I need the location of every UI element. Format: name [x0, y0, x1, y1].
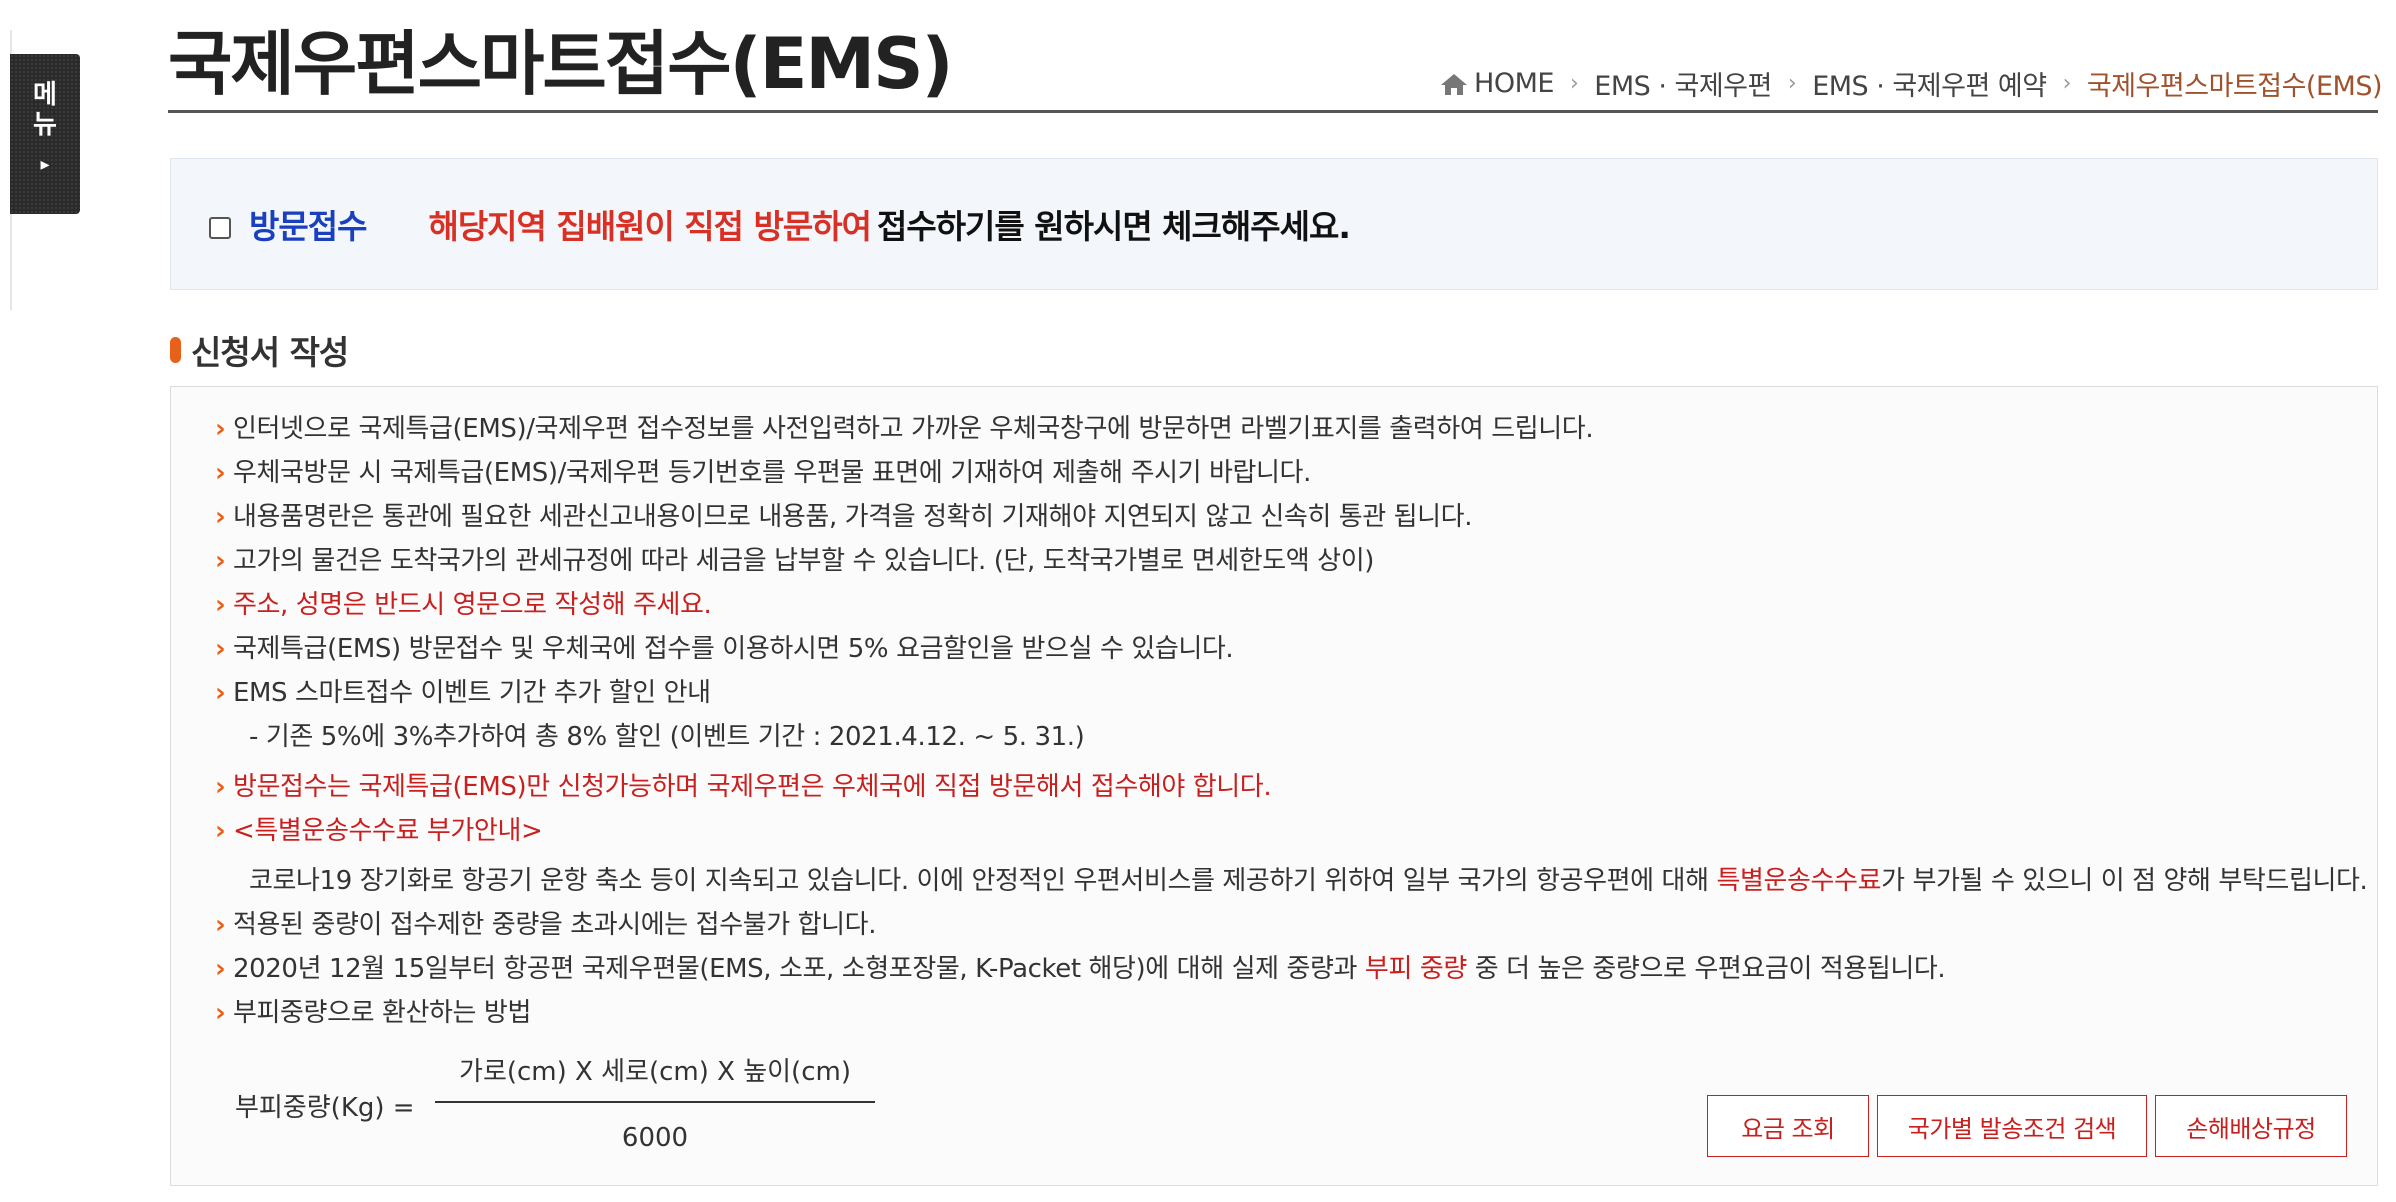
breadcrumb-ems-reservation[interactable]: EMS · 국제우편 예약: [1812, 64, 2047, 103]
country-conditions-button[interactable]: 국가별 발송조건 검색: [1877, 1095, 2147, 1157]
chevron-right-icon: ›: [2062, 71, 2072, 96]
side-menu-label: 메뉴: [33, 80, 57, 140]
notice-item-surcharge-heading: <특별운송수수료 부가안내>: [215, 809, 2367, 853]
notice-item-warning: 주소, 성명은 반드시 영문으로 작성해 주세요.: [215, 583, 2367, 627]
formula-denominator: 6000: [621, 1123, 689, 1153]
notice-item: 2020년 12월 15일부터 항공편 국제우편물(EMS, 소포, 소형포장물…: [215, 947, 2367, 991]
notice-item-warning: 방문접수는 국제특급(EMS)만 신청가능하며 국제우편은 우체국에 직접 방문…: [215, 765, 2367, 809]
notice-surcharge-text-a: 코로나19 장기화로 항공기 운항 축소 등이 지속되고 있습니다. 이에 안정…: [249, 866, 1717, 896]
notice-weight-text-b: 중 더 높은 중량으로 우편요금이 적용됩니다.: [1466, 954, 1946, 984]
visit-pickup-label[interactable]: 방문접수: [249, 200, 367, 248]
breadcrumb-home[interactable]: HOME: [1474, 68, 1554, 99]
section-title: 신청서 작성: [191, 333, 349, 372]
notice-surcharge-text: 코로나19 장기화로 항공기 운항 축소 등이 지속되고 있습니다. 이에 안정…: [215, 859, 2368, 903]
rate-lookup-button[interactable]: 요금 조회: [1707, 1095, 1869, 1157]
notice-item: 우체국방문 시 국제특급(EMS)/국제우편 등기번호를 우편물 표면에 기재하…: [215, 451, 2367, 495]
notice-list: 인터넷으로 국제특급(EMS)/국제우편 접수정보를 사전입력하고 가까운 우체…: [215, 407, 2368, 1035]
formula-lhs: 부피중량(Kg) =: [235, 1093, 415, 1123]
breadcrumb-current: 국제우편스마트접수(EMS): [2086, 71, 2383, 102]
notice-box: 인터넷으로 국제특급(EMS)/국제우편 접수정보를 사전입력하고 가까운 우체…: [170, 386, 2378, 1186]
chevron-right-icon: ›: [1787, 71, 1797, 96]
section-heading: 신청서 작성: [170, 326, 349, 374]
home-icon[interactable]: [1440, 72, 1468, 96]
notice-item: EMS 스마트접수 이벤트 기간 추가 할인 안내: [215, 671, 2367, 715]
visit-pickup-instruction: 접수하기를 원하시면 체크해주세요.: [876, 207, 1351, 246]
notice-item: 인터넷으로 국제특급(EMS)/국제우편 접수정보를 사전입력하고 가까운 우체…: [215, 407, 2367, 451]
formula-fraction-bar: [435, 1101, 875, 1103]
notice-surcharge-text-b: 가 부가될 수 있으니 이 점 양해 부탁드립니다.: [1881, 866, 2368, 896]
damage-compensation-button[interactable]: 손해배상규정: [2155, 1095, 2347, 1157]
breadcrumb-ems-intl[interactable]: EMS · 국제우편: [1594, 64, 1772, 103]
notice-weight-highlight: 부피 중량: [1364, 954, 1467, 984]
visit-pickup-checkbox[interactable]: [209, 217, 231, 239]
side-menu-toggle[interactable]: 메뉴 ▸: [10, 54, 80, 214]
action-buttons: 요금 조회 국가별 발송조건 검색 손해배상규정: [1707, 1095, 2347, 1157]
chevron-right-icon: ▸: [40, 154, 50, 175]
notice-item: 내용품명란은 통관에 필요한 세관신고내용이므로 내용품, 가격을 정확히 기재…: [215, 495, 2367, 539]
notice-weight-text-a: 2020년 12월 15일부터 항공편 국제우편물(EMS, 소포, 소형포장물…: [233, 954, 1365, 984]
notice-item: 국제특급(EMS) 방문접수 및 우체국에 접수를 이용하시면 5% 요금할인을…: [215, 627, 2367, 671]
volume-weight-formula: 부피중량(Kg) = 가로(cm) X 세로(cm) X 높이(cm) 6000: [235, 1051, 935, 1171]
visit-pickup-box: 방문접수 해당지역 집배원이 직접 방문하여 접수하기를 원하시면 체크해주세요…: [170, 158, 2378, 290]
notice-subitem: - 기존 5%에 3%추가하여 총 8% 할인 (이벤트 기간 : 2021.4…: [249, 722, 1085, 752]
visit-pickup-highlight: 해당지역 집배원이 직접 방문하여: [428, 207, 872, 246]
notice-item: 고가의 물건은 도착국가의 관세규정에 따라 세금을 납부할 수 있습니다. (…: [215, 539, 2367, 583]
section-bullet-icon: [170, 337, 181, 363]
formula-numerator: 가로(cm) X 세로(cm) X 높이(cm): [459, 1057, 851, 1087]
notice-surcharge-highlight: 특별운송수수료: [1716, 866, 1882, 896]
notice-item: 적용된 중량이 접수제한 중량을 초과시에는 접수불가 합니다.: [215, 903, 2367, 947]
breadcrumb: HOME › EMS · 국제우편 › EMS · 국제우편 예약 › 국제우편…: [1440, 64, 2383, 103]
notice-item: 부피중량으로 환산하는 방법: [215, 991, 2367, 1035]
title-divider: [168, 110, 2378, 113]
page-title: 국제우편스마트접수(EMS): [168, 23, 953, 105]
chevron-right-icon: ›: [1569, 71, 1579, 96]
